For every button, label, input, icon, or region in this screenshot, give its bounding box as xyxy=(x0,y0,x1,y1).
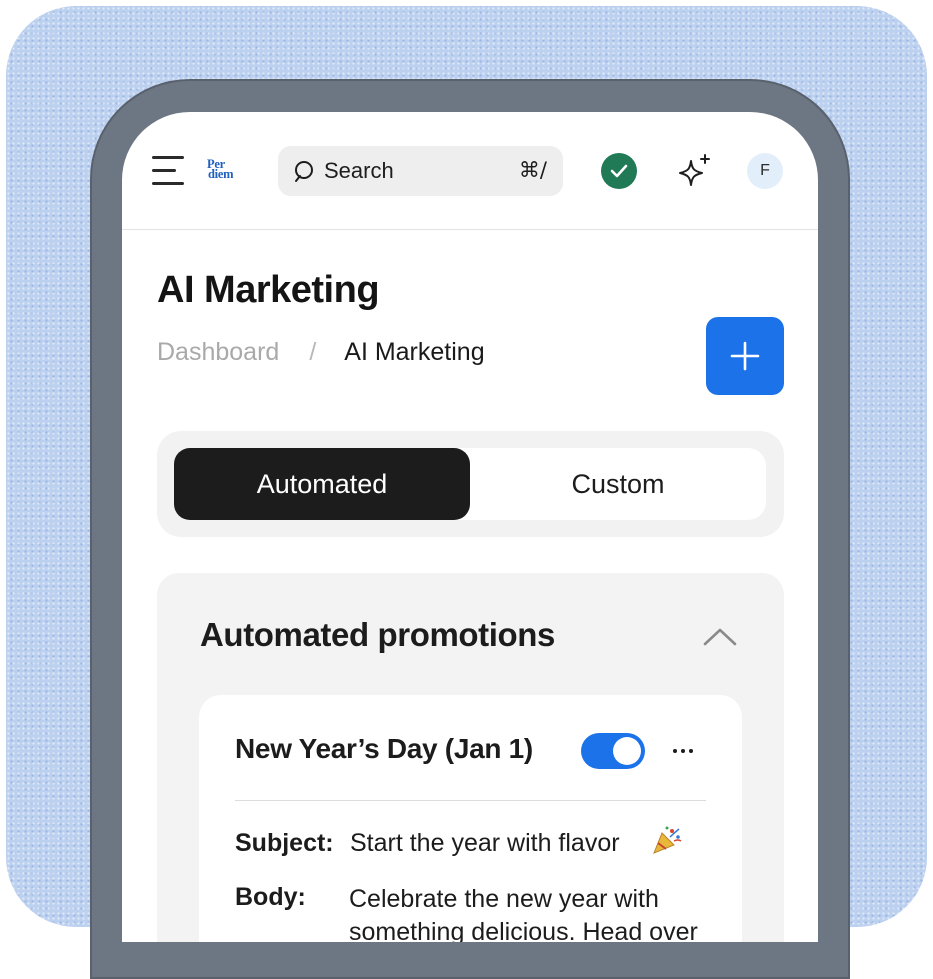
tab-custom[interactable]: Custom xyxy=(470,448,766,520)
tab-switcher-track: Automated Custom xyxy=(174,448,766,520)
card-divider xyxy=(235,800,706,801)
search-shortcut: ⌘/ xyxy=(518,158,547,182)
subject-value: Start the year with flavor xyxy=(350,829,620,857)
promotion-title: New Year’s Day (Jan 1) xyxy=(235,733,533,764)
breadcrumb: Dashboard / AI Marketing xyxy=(157,338,485,367)
subject-label: Subject: xyxy=(235,829,334,857)
sparkle-icon[interactable] xyxy=(676,152,714,190)
search-bar[interactable]: Search ⌘/ xyxy=(278,146,563,196)
tab-switcher: Automated Custom xyxy=(157,431,784,537)
plus-icon xyxy=(730,341,760,371)
menu-icon[interactable] xyxy=(152,154,188,188)
chevron-up-icon[interactable] xyxy=(700,625,740,649)
promotion-toggle[interactable] xyxy=(581,733,645,769)
breadcrumb-separator: / xyxy=(309,338,317,366)
avatar[interactable]: F xyxy=(747,153,783,189)
breadcrumb-dashboard[interactable]: Dashboard xyxy=(157,338,279,366)
page-title: AI Marketing xyxy=(157,269,380,311)
party-popper-icon xyxy=(653,826,682,854)
search-icon xyxy=(295,161,313,182)
toggle-knob xyxy=(613,737,641,765)
phone-screen: Per diem Search ⌘/ F AI Marketing Dashbo… xyxy=(122,112,818,942)
status-check-badge[interactable] xyxy=(601,153,637,189)
tab-automated[interactable]: Automated xyxy=(174,448,470,520)
top-bar: Per diem Search ⌘/ F xyxy=(122,112,818,230)
promotion-card: New Year’s Day (Jan 1) Subject: Start th… xyxy=(199,695,742,942)
check-icon xyxy=(610,164,628,178)
body-value: Celebrate the new year with something de… xyxy=(349,885,698,942)
breadcrumb-current: AI Marketing xyxy=(344,338,485,366)
search-label: Search xyxy=(324,158,394,183)
body-label: Body: xyxy=(235,883,306,911)
logo-line-2: diem xyxy=(208,167,234,181)
more-icon[interactable] xyxy=(673,749,695,755)
automated-promotions-panel: Automated promotions New Year’s Day (Jan… xyxy=(157,573,784,942)
logo[interactable]: Per diem xyxy=(207,158,247,185)
panel-title: Automated promotions xyxy=(200,616,555,653)
add-button[interactable] xyxy=(706,317,784,395)
